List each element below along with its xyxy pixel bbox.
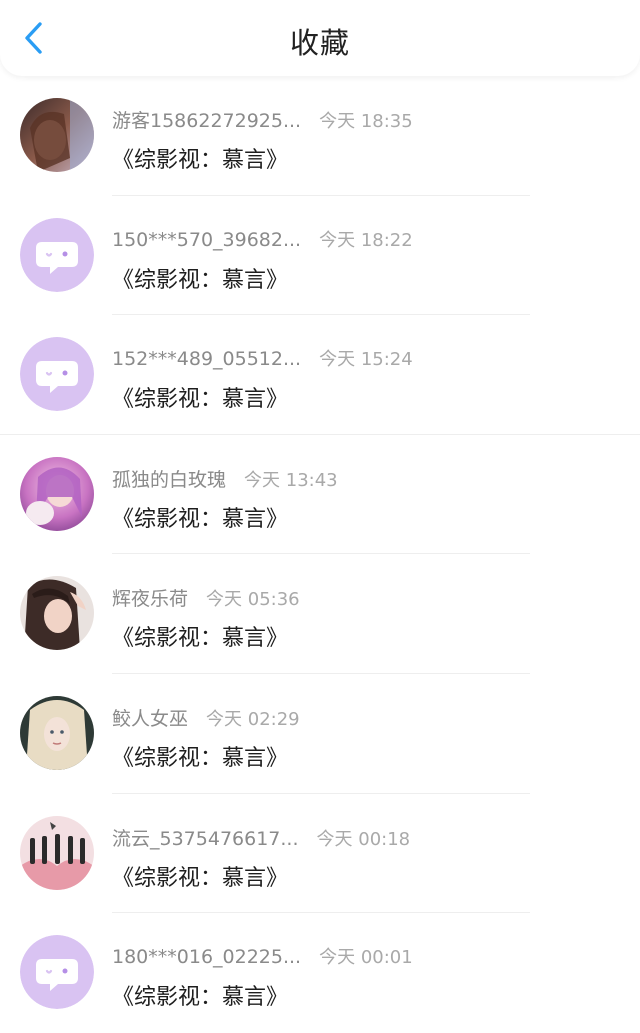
book-title[interactable]: 《综影视：慕言》: [112, 740, 288, 772]
book-title[interactable]: 《综影视：慕言》: [112, 501, 288, 533]
timestamp: 今天 00:01: [319, 947, 413, 969]
timestamp: 今天 13:43: [244, 469, 338, 491]
avatar-photo: [20, 456, 94, 531]
avatar-photo: [20, 695, 94, 770]
avatar-photo: [20, 98, 94, 172]
list-item[interactable]: 152***489_05512... 今天 15:24 《综影视：慕言》: [0, 315, 640, 435]
timestamp: 今天 00:18: [316, 828, 411, 850]
list-item[interactable]: 150***570_39682... 今天 18:22 《综影视：慕言》: [0, 196, 640, 316]
book-title[interactable]: 《综影视：慕言》: [112, 262, 288, 294]
page-title: 收藏: [289, 26, 350, 60]
username[interactable]: 152***489_05512...: [112, 348, 301, 370]
avatar-photo: [20, 815, 94, 890]
header-bar: 收藏: [0, 0, 640, 76]
name-line: 流云_5375476617... 今天 00:18: [112, 824, 410, 851]
avatar[interactable]: [20, 337, 94, 412]
favorites-list: 游客15862272925... 今天 18:35 《综影视：慕言》 150**…: [0, 76, 640, 1033]
username[interactable]: 流云_5375476617...: [112, 824, 299, 851]
chat-bubble-icon: [20, 337, 94, 412]
name-line: 150***570_39682... 今天 18:22: [112, 226, 413, 252]
username[interactable]: 150***570_39682...: [112, 229, 301, 251]
name-line: 辉夜乐荷 今天 05:36: [112, 584, 300, 611]
avatar[interactable]: [20, 695, 94, 770]
name-line: 游客15862272925... 今天 18:35: [112, 106, 413, 133]
avatar[interactable]: [20, 217, 94, 292]
book-title[interactable]: 《综影视：慕言》: [112, 381, 288, 413]
avatar-photo: [20, 576, 94, 651]
list-item[interactable]: 辉夜乐荷 今天 05:36 《综影视：慕言》: [0, 554, 640, 674]
list-item[interactable]: 180***016_02225... 今天 00:01 《综影视：慕言》: [0, 913, 640, 1033]
avatar[interactable]: [20, 98, 94, 172]
chat-bubble-icon: [20, 935, 94, 1010]
timestamp: 今天 18:22: [319, 229, 413, 251]
list-item[interactable]: 流云_5375476617... 今天 00:18 《综影视：慕言》: [0, 794, 640, 914]
username[interactable]: 游客15862272925...: [112, 106, 301, 133]
book-title[interactable]: 《综影视：慕言》: [112, 142, 288, 174]
book-title[interactable]: 《综影视：慕言》: [112, 860, 288, 892]
list-item[interactable]: 游客15862272925... 今天 18:35 《综影视：慕言》: [0, 76, 640, 196]
avatar[interactable]: [20, 456, 94, 531]
username[interactable]: 180***016_02225...: [112, 946, 301, 968]
name-line: 152***489_05512... 今天 15:24: [112, 345, 413, 371]
timestamp: 今天 05:36: [206, 589, 300, 611]
name-line: 180***016_02225... 今天 00:01: [112, 943, 413, 969]
name-line: 鲛人女巫 今天 02:29: [112, 704, 300, 731]
timestamp: 今天 18:35: [319, 111, 413, 132]
timestamp: 今天 02:29: [206, 708, 300, 730]
timestamp: 今天 15:24: [319, 349, 413, 371]
username[interactable]: 鲛人女巫: [112, 704, 188, 731]
avatar[interactable]: [20, 815, 94, 890]
name-line: 孤独的白玫瑰 今天 13:43: [112, 465, 338, 492]
list-item[interactable]: 孤独的白玫瑰 今天 13:43 《综影视：慕言》: [0, 435, 640, 555]
favorites-page: 收藏 游客15862272925... 今天 18:35 《综影视：慕言》 15…: [0, 0, 640, 1033]
chat-bubble-icon: [20, 217, 94, 292]
avatar[interactable]: [20, 576, 94, 651]
list-item[interactable]: 鲛人女巫 今天 02:29 《综影视：慕言》: [0, 674, 640, 794]
username[interactable]: 辉夜乐荷: [112, 584, 188, 611]
avatar[interactable]: [20, 935, 94, 1010]
book-title[interactable]: 《综影视：慕言》: [112, 620, 288, 652]
username[interactable]: 孤独的白玫瑰: [112, 465, 226, 492]
book-title[interactable]: 《综影视：慕言》: [112, 979, 288, 1011]
